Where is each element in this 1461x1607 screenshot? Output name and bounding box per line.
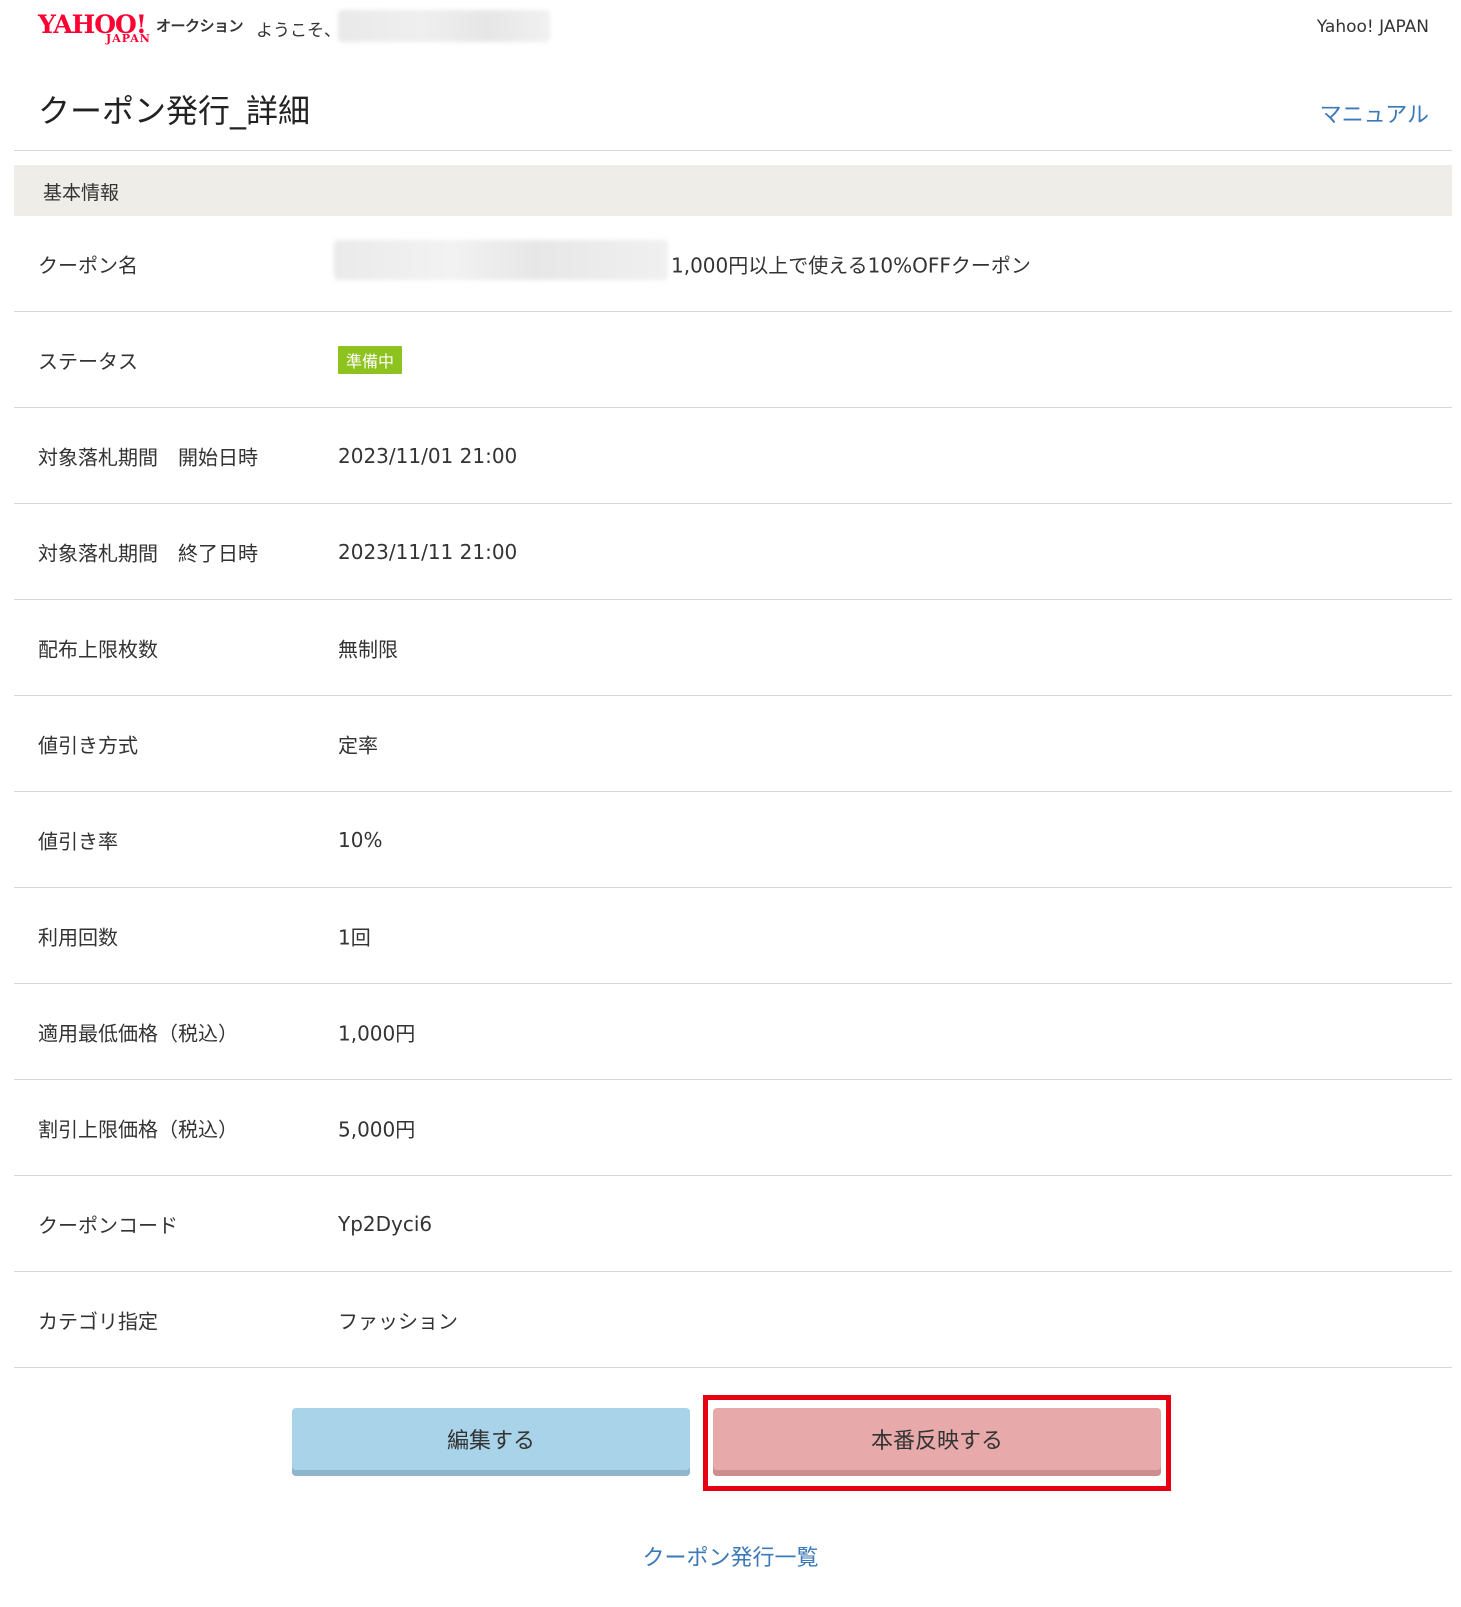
- detail-row-end-date: 対象落札期間 終了日時 2023/11/11 21:00: [14, 504, 1452, 600]
- yahoo-auction-logo[interactable]: YAHOO! JAPAN オークション: [38, 12, 244, 46]
- section-title: 基本情報: [43, 182, 120, 204]
- publish-button[interactable]: 本番反映する: [713, 1408, 1161, 1476]
- detail-row-coupon-code: クーポンコード Yp2Dyci6: [14, 1176, 1452, 1272]
- detail-row-category: カテゴリ指定 ファッション: [14, 1272, 1452, 1368]
- yahoo-logo: YAHOO! JAPAN: [38, 12, 154, 46]
- status-value: 準備中: [338, 345, 403, 374]
- detail-label: 配布上限枚数: [38, 637, 158, 661]
- detail-value: 1,000円: [338, 1021, 416, 1045]
- detail-value: 5,000円: [338, 1117, 416, 1141]
- detail-label: カテゴリ指定: [38, 1309, 158, 1333]
- coupon-name-redacted: [334, 240, 668, 280]
- detail-value: 1,000円以上で使える10%OFFクーポン: [671, 253, 1031, 277]
- yahoo-japan-link[interactable]: Yahoo! JAPAN: [1317, 17, 1429, 37]
- detail-value: 2023/11/01 21:00: [338, 443, 518, 468]
- detail-value: 定率: [338, 733, 378, 757]
- detail-row-start-date: 対象落札期間 開始日時 2023/11/01 21:00: [14, 408, 1452, 504]
- header: YAHOO! JAPAN オークション ようこそ、 Yahoo! JAPAN: [0, 0, 1461, 60]
- username-redacted: [338, 10, 550, 42]
- detail-value: 1回: [338, 925, 371, 949]
- detail-row-distribution-limit: 配布上限枚数 無制限: [14, 600, 1452, 696]
- detail-row-min-price: 適用最低価格（税込） 1,000円: [14, 984, 1452, 1080]
- detail-row-discount-rate: 値引き率 10%: [14, 792, 1452, 888]
- detail-label: 適用最低価格（税込）: [38, 1021, 238, 1045]
- detail-value: 10%: [338, 827, 383, 852]
- detail-row-coupon-name: クーポン名 1,000円以上で使える10%OFFクーポン: [14, 216, 1452, 312]
- divider: [14, 150, 1452, 151]
- coupon-list-link[interactable]: クーポン発行一覧: [0, 1540, 1461, 1572]
- detail-label: 対象落札期間 終了日時: [38, 541, 258, 565]
- page-title: クーポン発行_詳細: [38, 92, 311, 130]
- detail-label: クーポンコード: [38, 1213, 178, 1237]
- detail-table: クーポン名 1,000円以上で使える10%OFFクーポン ステータス 準備中 対…: [14, 216, 1452, 1368]
- detail-label: 対象落札期間 開始日時: [38, 445, 258, 469]
- section-header: 基本情報: [14, 165, 1452, 216]
- status-badge: 準備中: [338, 345, 403, 374]
- detail-value: 無制限: [338, 637, 398, 661]
- detail-label: 利用回数: [38, 925, 118, 949]
- detail-row-max-discount: 割引上限価格（税込） 5,000円: [14, 1080, 1452, 1176]
- detail-row-status: ステータス 準備中: [14, 312, 1452, 408]
- detail-label: クーポン名: [38, 253, 138, 277]
- service-name: オークション: [156, 17, 244, 35]
- detail-label: ステータス: [38, 349, 138, 373]
- edit-button[interactable]: 編集する: [292, 1408, 690, 1476]
- detail-row-usage-count: 利用回数 1回: [14, 888, 1452, 984]
- detail-label: 値引き率: [38, 829, 118, 853]
- detail-value: ファッション: [338, 1309, 458, 1333]
- manual-link[interactable]: マニュアル: [1320, 97, 1429, 129]
- detail-row-discount-method: 値引き方式 定率: [14, 696, 1452, 792]
- welcome-text: ようこそ、: [256, 21, 341, 41]
- detail-label: 値引き方式: [38, 733, 138, 757]
- detail-value: 2023/11/11 21:00: [338, 539, 518, 564]
- logo-sub: JAPAN: [106, 32, 151, 45]
- detail-value: Yp2Dyci6: [338, 1211, 433, 1236]
- detail-label: 割引上限価格（税込）: [38, 1117, 238, 1141]
